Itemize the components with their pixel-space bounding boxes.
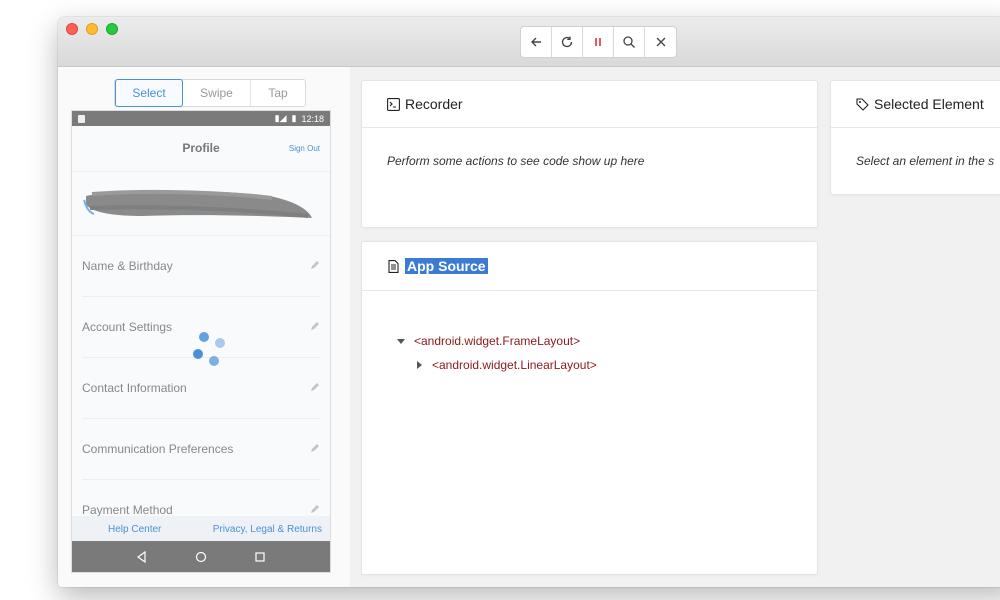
device-panel: Select Swipe Tap ▮◢ ▮ 12:18 Profile Sign… [58,67,350,587]
privacy-link[interactable]: Privacy, Legal & Returns [213,524,322,535]
battery-icon: ▮ [291,113,297,123]
pencil-icon [311,505,319,513]
terminal-icon [387,97,400,111]
close-icon [656,37,665,47]
status-indicators: ▮◢ ▮ 12:18 [275,113,324,124]
source-tree: <android.widget.FrameLayout> <android.wi… [362,291,817,377]
status-time: 12:18 [301,113,324,124]
tree-node[interactable]: <android.widget.LinearLayout> [397,353,817,377]
app-source-header: App Source [362,242,817,291]
app-window: Select Swipe Tap ▮◢ ▮ 12:18 Profile Sign… [58,17,1000,587]
menu-item-label: Communication Preferences [82,442,234,456]
menu-item-label: Account Settings [82,320,173,334]
menu-item-label: Name & Birthday [82,259,173,273]
nav-home-icon[interactable] [195,551,207,563]
main-content: Select Swipe Tap ▮◢ ▮ 12:18 Profile Sign… [58,67,1000,587]
mode-swipe-button[interactable]: Swipe [183,80,251,106]
android-nav-bar [72,541,330,572]
redacted-user-name [72,172,330,236]
recorder-empty-text: Perform some actions to see code show up… [387,154,645,168]
profile-menu: Name & Birthday Account Settings Contact… [72,236,330,541]
pencil-icon [311,444,319,452]
sign-out-link[interactable]: Sign Out [289,144,320,153]
search-icon [623,36,635,48]
sim-card-icon [78,114,85,123]
help-center-link[interactable]: Help Center [108,524,161,535]
nav-recents-icon[interactable] [254,551,266,563]
menu-item-label: Contact Information [82,381,187,395]
nav-back-icon[interactable] [136,550,148,563]
document-icon [388,259,399,273]
menu-item-communication-preferences[interactable]: Communication Preferences [82,419,320,480]
mode-tap-button[interactable]: Tap [251,80,305,106]
mode-selector: Select Swipe Tap [114,79,306,107]
tree-node-label[interactable]: <android.widget.FrameLayout> [414,334,580,348]
device-app-header: Profile Sign Out [72,126,330,172]
loading-spinner-icon [193,332,227,368]
caret-down-icon[interactable] [397,337,405,345]
close-button[interactable] [645,27,676,57]
selected-element-empty-text: Select an element in the s [856,154,995,168]
title-bar [58,17,1000,67]
menu-item-name-birthday[interactable]: Name & Birthday [82,236,320,297]
device-status-bar: ▮◢ ▮ 12:18 [72,111,330,126]
tree-node-label[interactable]: <android.widget.LinearLayout> [432,358,597,372]
window-close-button[interactable] [66,23,78,35]
device-footer-links: Help Center Privacy, Legal & Returns [72,516,330,542]
pencil-icon [311,322,319,330]
app-source-title: App Source [405,258,488,274]
pencil-icon [311,261,319,269]
redaction-scribble [83,189,312,218]
window-maximize-button[interactable] [106,23,118,35]
refresh-icon [561,36,573,48]
selected-element-title: Selected Element [874,96,984,112]
tree-node[interactable]: <android.widget.FrameLayout> [397,329,817,353]
refresh-button[interactable] [552,27,583,57]
pencil-icon [311,383,319,391]
search-button[interactable] [614,27,645,57]
menu-item-label: Payment Method [82,503,173,517]
inspector-toolbar [520,26,677,58]
window-minimize-button[interactable] [86,23,98,35]
selected-element-panel: Selected Element Select an element in th… [830,80,1000,195]
recorder-title: Recorder [405,96,463,112]
caret-right-icon[interactable] [415,361,423,369]
recorder-panel: Recorder Perform some actions to see cod… [361,80,818,228]
pause-button[interactable] [583,27,614,57]
mode-select-button[interactable]: Select [115,79,183,107]
recorder-header: Recorder [362,81,817,128]
back-button[interactable] [521,27,552,57]
pause-icon [595,38,601,46]
arrow-left-icon [531,37,541,47]
selected-element-header: Selected Element [831,81,1000,128]
app-source-panel: App Source <android.widget.FrameLayout> … [361,241,818,575]
signal-icon: ▮◢ [274,113,287,123]
tag-icon [856,97,869,111]
